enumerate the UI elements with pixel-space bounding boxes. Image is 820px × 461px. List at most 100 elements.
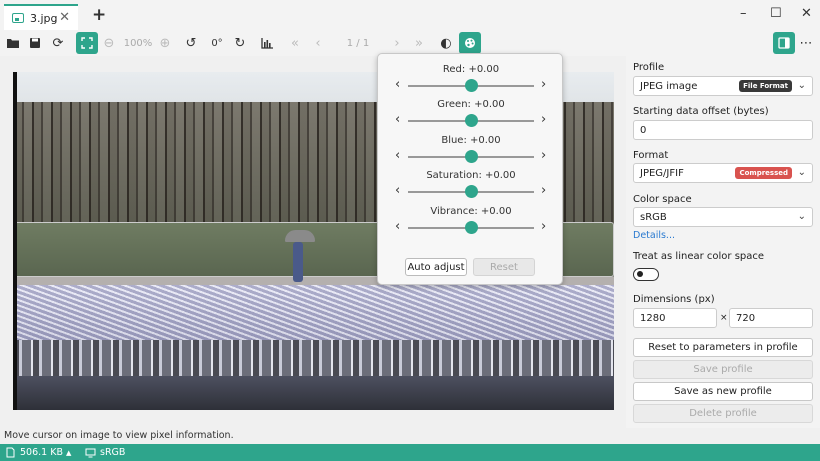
file-format-badge: File Format bbox=[739, 80, 792, 92]
reset-button[interactable]: Reset bbox=[473, 258, 535, 276]
rotation-angle: 0° bbox=[211, 37, 223, 49]
compressed-badge: Compressed bbox=[735, 167, 792, 179]
file-size: 506.1 KB bbox=[20, 447, 63, 458]
tab-image[interactable]: 3.jpg ✕ bbox=[4, 4, 78, 30]
close-window-button[interactable]: ✕ bbox=[801, 6, 812, 21]
zoom-level: 100% bbox=[123, 37, 153, 49]
slider-label: Vibrance: +0.00 bbox=[430, 206, 512, 217]
format-label: Format bbox=[633, 150, 669, 161]
color-space-item[interactable]: sRGB bbox=[85, 447, 125, 458]
sidebar-toggle-icon[interactable] bbox=[773, 32, 795, 54]
next-page-icon[interactable]: › bbox=[389, 32, 405, 54]
format-select[interactable]: JPEG/JFIF Compressed ⌄ bbox=[633, 163, 813, 183]
tab-title: 3.jpg bbox=[30, 11, 58, 25]
slider-green: Green: +0.00 ‹ › bbox=[378, 99, 564, 135]
profile-label: Profile bbox=[633, 62, 665, 73]
photo-person bbox=[293, 242, 303, 282]
slider-label: Saturation: +0.00 bbox=[426, 170, 516, 181]
height-input[interactable]: 720 bbox=[729, 308, 813, 328]
open-folder-icon[interactable] bbox=[5, 32, 21, 54]
slider-label: Blue: +0.00 bbox=[441, 135, 501, 146]
properties-panel: Profile JPEG image File Format ⌄ Startin… bbox=[626, 56, 820, 428]
color-palette-icon[interactable] bbox=[459, 32, 481, 54]
chevron-left-icon[interactable]: ‹ bbox=[395, 184, 400, 198]
contrast-icon[interactable]: ◐ bbox=[438, 32, 454, 54]
colorspace-label: Color space bbox=[633, 194, 692, 205]
linear-label: Treat as linear color space bbox=[633, 251, 765, 262]
chevron-right-icon[interactable]: › bbox=[541, 220, 546, 234]
delete-profile-button[interactable]: Delete profile bbox=[633, 404, 813, 423]
chevron-right-icon[interactable]: › bbox=[541, 184, 546, 198]
slider-vibrance: Vibrance: +0.00 ‹ › bbox=[378, 206, 564, 242]
slider-handle[interactable] bbox=[465, 185, 478, 198]
color-space-status: sRGB bbox=[100, 447, 126, 458]
photo-rocks bbox=[13, 340, 614, 376]
tab-close-icon[interactable]: ✕ bbox=[59, 10, 70, 25]
chevron-left-icon[interactable]: ‹ bbox=[395, 220, 400, 234]
minimize-button[interactable]: – bbox=[740, 6, 747, 21]
slider-handle[interactable] bbox=[465, 150, 478, 163]
fit-screen-icon[interactable] bbox=[76, 32, 98, 54]
details-link[interactable]: Details... bbox=[633, 230, 675, 241]
zoom-out-icon[interactable]: ⊖ bbox=[101, 32, 117, 54]
profile-select[interactable]: JPEG image File Format ⌄ bbox=[633, 76, 813, 96]
chevron-left-icon[interactable]: ‹ bbox=[395, 113, 400, 127]
reset-params-button[interactable]: Reset to parameters in profile bbox=[633, 338, 813, 357]
slider-handle[interactable] bbox=[465, 221, 478, 234]
slider-label: Red: +0.00 bbox=[442, 64, 500, 75]
dimensions-label: Dimensions (px) bbox=[633, 294, 715, 305]
zoom-in-icon[interactable]: ⊕ bbox=[157, 32, 173, 54]
chevron-left-icon[interactable]: ‹ bbox=[395, 149, 400, 163]
slider-red: Red: +0.00 ‹ › bbox=[378, 64, 564, 100]
file-size-item[interactable]: 506.1 KB ▲ bbox=[6, 447, 71, 458]
toggle-knob bbox=[637, 271, 643, 277]
chevron-right-icon[interactable]: › bbox=[541, 149, 546, 163]
linear-toggle[interactable] bbox=[633, 268, 659, 281]
photo-water bbox=[13, 376, 614, 410]
chevron-down-icon: ⌄ bbox=[797, 80, 806, 91]
pixel-info-text: Move cursor on image to view pixel infor… bbox=[4, 430, 234, 441]
image-icon bbox=[12, 13, 24, 23]
width-input[interactable]: 1280 bbox=[633, 308, 717, 328]
last-page-icon[interactable]: » bbox=[411, 32, 427, 54]
page-indicator: 1 / 1 bbox=[346, 37, 370, 49]
monitor-icon bbox=[85, 448, 96, 457]
photo-edge bbox=[13, 72, 17, 410]
save-new-profile-button[interactable]: Save as new profile bbox=[633, 382, 813, 401]
colorspace-select[interactable]: sRGB ⌄ bbox=[633, 207, 813, 227]
slider-label: Green: +0.00 bbox=[437, 99, 505, 110]
save-icon[interactable] bbox=[27, 32, 43, 54]
rotate-right-icon[interactable]: ↻ bbox=[232, 32, 248, 54]
status-bar: 506.1 KB ▲ sRGB bbox=[0, 444, 820, 461]
color-adjust-popup: Red: +0.00 ‹ › Green: +0.00 ‹ › Blue: +0… bbox=[377, 53, 563, 285]
chevron-right-icon[interactable]: › bbox=[541, 113, 546, 127]
offset-input[interactable]: 0 bbox=[633, 120, 813, 140]
chevron-down-icon: ⌄ bbox=[797, 211, 806, 222]
save-profile-button[interactable]: Save profile bbox=[633, 360, 813, 379]
histogram-icon[interactable] bbox=[259, 32, 275, 54]
colorspace-value: sRGB bbox=[640, 211, 667, 223]
slider-handle[interactable] bbox=[465, 79, 478, 92]
slider-handle[interactable] bbox=[465, 114, 478, 127]
caret-up-icon: ▲ bbox=[65, 448, 72, 457]
format-value: JPEG/JFIF bbox=[640, 167, 684, 179]
slider-blue: Blue: +0.00 ‹ › bbox=[378, 135, 564, 171]
slider-saturation: Saturation: +0.00 ‹ › bbox=[378, 170, 564, 206]
prev-page-icon[interactable]: ‹ bbox=[310, 32, 326, 54]
offset-label: Starting data offset (bytes) bbox=[633, 106, 769, 117]
more-options-icon[interactable]: ⋯ bbox=[798, 32, 814, 54]
auto-adjust-button[interactable]: Auto adjust bbox=[405, 258, 467, 276]
new-tab-button[interactable]: + bbox=[92, 5, 106, 25]
file-icon bbox=[6, 447, 15, 458]
photo-umbrella bbox=[285, 230, 315, 242]
title-bar: 3.jpg ✕ + – ☐ ✕ bbox=[0, 0, 820, 30]
maximize-button[interactable]: ☐ bbox=[770, 6, 782, 21]
chevron-left-icon[interactable]: ‹ bbox=[395, 78, 400, 92]
first-page-icon[interactable]: « bbox=[287, 32, 303, 54]
refresh-icon[interactable]: ⟳ bbox=[50, 32, 66, 54]
profile-value: JPEG image bbox=[640, 80, 698, 92]
chevron-down-icon: ⌄ bbox=[797, 167, 806, 178]
photo-snowy-bank bbox=[13, 285, 614, 347]
rotate-left-icon[interactable]: ↺ bbox=[183, 32, 199, 54]
chevron-right-icon[interactable]: › bbox=[541, 78, 546, 92]
